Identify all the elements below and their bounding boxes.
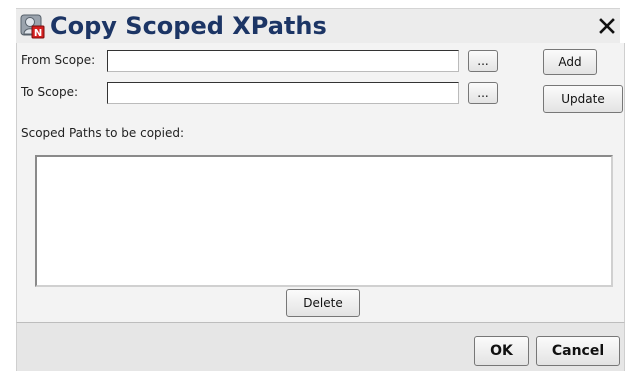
- close-button[interactable]: [596, 15, 618, 37]
- app-icon: N: [20, 14, 45, 39]
- svg-text:N: N: [34, 28, 42, 39]
- add-button[interactable]: Add: [543, 49, 597, 75]
- to-scope-input[interactable]: [107, 82, 459, 104]
- scoped-paths-label: Scoped Paths to be copied:: [21, 126, 185, 140]
- scoped-paths-list[interactable]: [35, 155, 613, 287]
- title-bar[interactable]: N Copy Scoped XPaths: [16, 8, 620, 43]
- cancel-button[interactable]: Cancel: [536, 336, 620, 366]
- dialog-content: From Scope: ... Add To Scope: ... Update…: [16, 43, 625, 322]
- to-scope-browse-button[interactable]: ...: [468, 82, 498, 104]
- dialog-title: Copy Scoped XPaths: [50, 12, 327, 40]
- close-icon: [599, 18, 615, 34]
- update-button[interactable]: Update: [543, 85, 623, 113]
- delete-button[interactable]: Delete: [286, 289, 360, 317]
- dialog-footer: OK Cancel: [16, 322, 625, 371]
- from-scope-browse-button[interactable]: ...: [468, 50, 498, 72]
- from-scope-label: From Scope:: [21, 53, 96, 67]
- from-scope-input[interactable]: [107, 50, 459, 72]
- to-scope-label: To Scope:: [21, 85, 79, 99]
- ok-button[interactable]: OK: [474, 336, 529, 366]
- copy-scoped-xpaths-dialog: N Copy Scoped XPaths From Scope: ... Add…: [0, 0, 625, 374]
